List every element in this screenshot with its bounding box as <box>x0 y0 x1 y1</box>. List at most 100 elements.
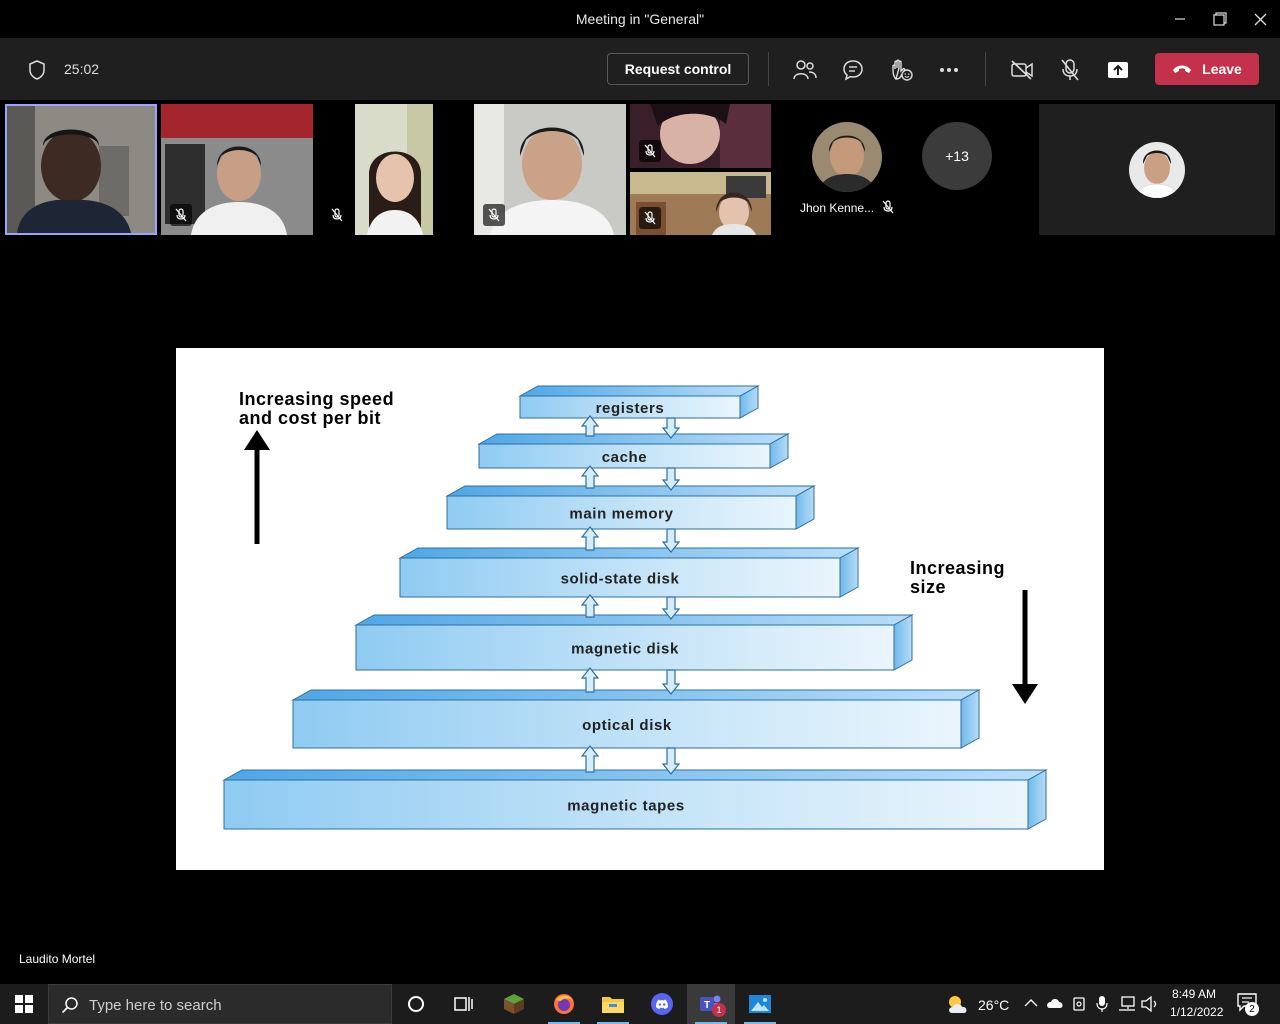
reactions-button[interactable] <box>887 56 915 84</box>
chevron-up-icon[interactable] <box>1024 998 1038 1008</box>
minimize-button[interactable] <box>1160 0 1200 38</box>
window-title: Meeting in "General" <box>575 11 705 27</box>
muted-mic-indicator <box>326 204 348 226</box>
task-view-icon <box>454 997 473 1011</box>
task-view-button[interactable] <box>440 984 488 1024</box>
taskbar-app-teams[interactable]: T 1 <box>687 984 735 1024</box>
participant-video-tile[interactable] <box>317 104 469 235</box>
meeting-toolbar: 25:02 Request control Leave <box>0 38 1280 100</box>
chat-button[interactable] <box>839 56 867 84</box>
onedrive-cloud-icon[interactable] <box>1046 997 1064 1009</box>
weather-temperature[interactable]: 26°C <box>978 997 1009 1013</box>
close-button[interactable] <box>1240 0 1280 38</box>
volume-icon[interactable] <box>1141 996 1159 1012</box>
share-screen-button[interactable] <box>1104 56 1132 84</box>
participant-video <box>7 106 155 233</box>
clock-date[interactable]: 1/12/2022 <box>1170 1005 1223 1019</box>
cortana-icon <box>408 996 424 1012</box>
hierarchy-level-label: magnetic disk <box>571 641 679 658</box>
taskbar-app-firefox[interactable] <box>540 984 588 1024</box>
hierarchy-level-label: magnetic tapes <box>567 798 685 815</box>
network-icon[interactable] <box>1118 996 1136 1012</box>
teams-notification-badge: 1 <box>712 1003 726 1017</box>
start-button[interactable] <box>0 984 48 1024</box>
muted-mic-indicator <box>639 207 661 229</box>
down-arrow-icon <box>1012 590 1038 704</box>
restore-icon <box>1213 12 1227 26</box>
hierarchy-level-label: cache <box>602 449 648 466</box>
restore-button[interactable] <box>1200 0 1240 38</box>
up-transfer-arrow <box>580 594 600 618</box>
leave-label: Leave <box>1202 61 1242 77</box>
leave-button[interactable]: Leave <box>1155 53 1259 85</box>
camera-toggle-button[interactable] <box>1008 56 1036 84</box>
participant-video-tile[interactable] <box>630 104 771 168</box>
firefox-icon <box>554 994 574 1014</box>
self-view-tile[interactable] <box>1039 104 1275 235</box>
hierarchy-level: magnetic tapes <box>222 769 1048 830</box>
request-control-button[interactable]: Request control <box>607 53 749 85</box>
muted-mic-indicator <box>170 204 192 226</box>
participant-video-tile[interactable] <box>5 104 157 235</box>
photos-icon <box>749 995 771 1013</box>
more-actions-button[interactable] <box>935 56 963 84</box>
hierarchy-level-label: main memory <box>569 506 673 523</box>
action-center-button[interactable]: 2 <box>1236 992 1264 1018</box>
hierarchy-level: cache <box>477 433 790 469</box>
mic-off-icon <box>1061 59 1079 81</box>
hang-up-icon <box>1173 65 1192 73</box>
clock-time[interactable]: 8:49 AM <box>1172 987 1216 1001</box>
meeting-timer: 25:02 <box>64 61 100 77</box>
mic-toggle-button[interactable] <box>1056 56 1084 84</box>
hierarchy-level-label: solid-state disk <box>561 571 680 588</box>
size-label-line2: size <box>910 577 946 597</box>
shared-slide: registers cache main memory solid-state dis… <box>176 348 1104 870</box>
taskbar-search-box[interactable]: Type here to search <box>48 984 392 1024</box>
up-transfer-arrow <box>580 415 600 437</box>
participant-video-tile[interactable] <box>474 104 626 235</box>
hierarchy-level-label: optical disk <box>582 717 672 734</box>
camera-off-icon <box>1011 60 1033 80</box>
up-transfer-arrow <box>580 465 600 489</box>
people-icon <box>793 60 817 80</box>
device-icon[interactable] <box>1072 996 1086 1012</box>
participants-button[interactable] <box>791 56 819 84</box>
mic-off-icon <box>644 144 656 158</box>
avatar <box>812 122 882 192</box>
notification-count-badge: 2 <box>1245 1002 1259 1016</box>
muted-mic-indicator <box>639 140 661 162</box>
title-bar: Meeting in "General" <box>0 0 1280 38</box>
taskbar-app-minecraft[interactable] <box>490 984 538 1024</box>
participant-video-tile[interactable] <box>161 104 313 235</box>
participant-name: Jhon Kenne... <box>800 201 875 215</box>
search-icon <box>61 997 78 1014</box>
hierarchy-level-label: registers <box>596 400 665 417</box>
cortana-button[interactable] <box>392 984 440 1024</box>
hierarchy-level: optical disk <box>291 689 981 749</box>
more-participants-button[interactable]: +13 <box>922 122 992 190</box>
hierarchy-level: magnetic disk <box>354 614 914 671</box>
mic-off-icon <box>882 200 894 214</box>
windows-taskbar: Type here to search T 1 26°C 8:49 AM 1/1… <box>0 984 1280 1024</box>
up-arrow-icon <box>244 430 270 544</box>
speed-label-line1: Increasing speed <box>239 389 394 409</box>
participant-strip: Jhon Kenne... +13 <box>0 100 1280 238</box>
taskbar-app-discord[interactable] <box>638 984 686 1024</box>
mic-off-icon <box>488 208 500 222</box>
shield-icon <box>29 60 45 80</box>
taskbar-app-photos[interactable] <box>736 984 784 1024</box>
weather-partly-cloudy-icon[interactable] <box>946 993 970 1015</box>
search-placeholder: Type here to search <box>89 997 222 1014</box>
avatar <box>1129 142 1185 198</box>
taskbar-app-file-explorer[interactable] <box>589 984 637 1024</box>
hierarchy-level: registers <box>518 385 760 419</box>
toolbar-divider <box>768 52 769 86</box>
participant-avatar[interactable] <box>812 122 882 192</box>
presenter-name: Laudito Mortel <box>19 952 96 966</box>
minecraft-icon <box>504 994 524 1014</box>
self-avatar <box>1129 142 1185 198</box>
participant-video-tile[interactable] <box>630 172 771 235</box>
folder-icon <box>602 997 624 1013</box>
microphone-icon[interactable] <box>1096 995 1108 1013</box>
share-icon <box>1108 62 1128 78</box>
